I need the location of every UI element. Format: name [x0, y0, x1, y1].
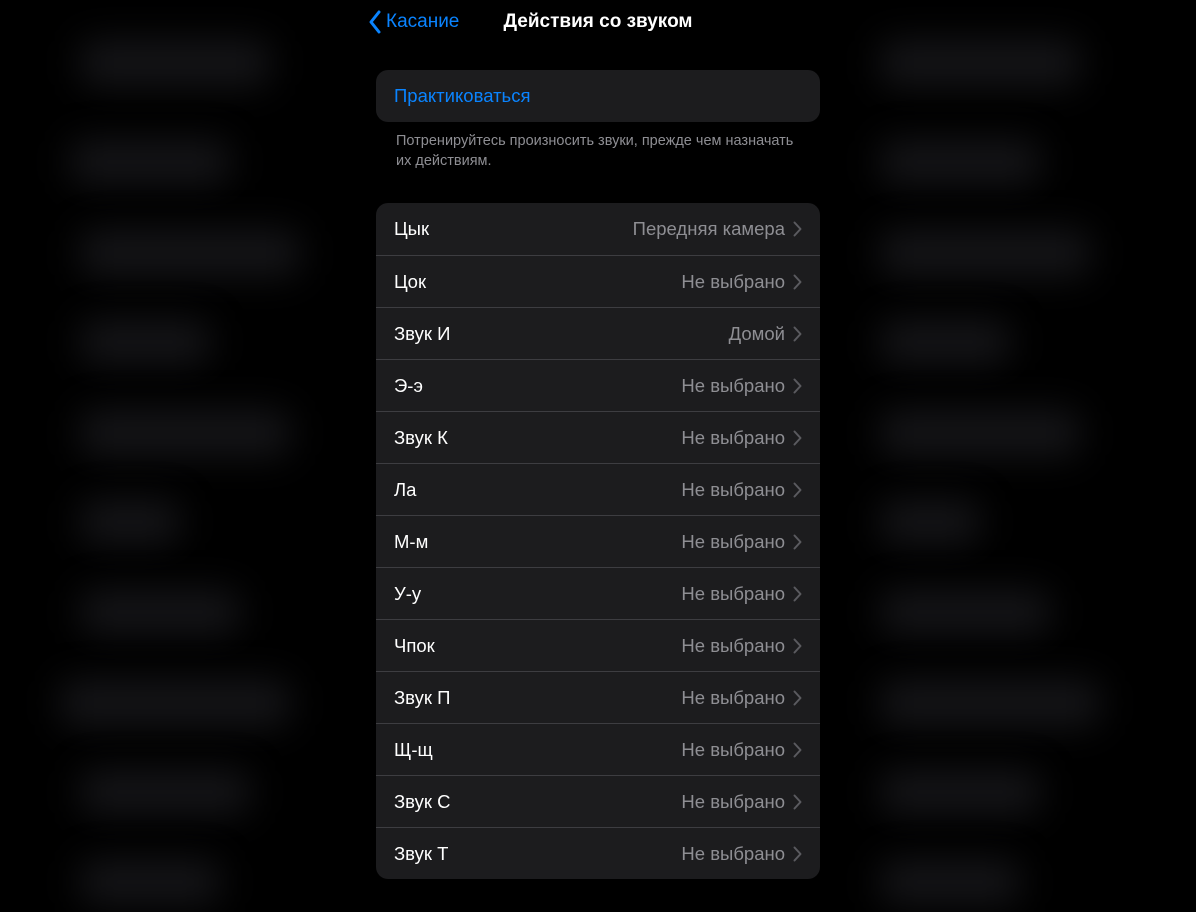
sound-value: Не выбрано: [681, 479, 785, 501]
sound-row[interactable]: Цок Не выбрано: [376, 255, 820, 307]
sound-name: Цок: [394, 271, 426, 293]
chevron-right-icon: [793, 586, 802, 602]
sound-name: Звук П: [394, 687, 450, 709]
chevron-right-icon: [793, 690, 802, 706]
sound-name: Э-э: [394, 375, 423, 397]
sound-name: Звук С: [394, 791, 450, 813]
chevron-right-icon: [793, 794, 802, 810]
sound-value: Не выбрано: [681, 687, 785, 709]
sound-name: Цык: [394, 218, 429, 240]
practice-group: Практиковаться: [376, 70, 820, 122]
sound-row[interactable]: Чпок Не выбрано: [376, 619, 820, 671]
sound-name: М-м: [394, 531, 428, 553]
sound-name: У-у: [394, 583, 421, 605]
chevron-right-icon: [793, 378, 802, 394]
practice-button[interactable]: Практиковаться: [376, 70, 820, 122]
sound-value: Не выбрано: [681, 531, 785, 553]
chevron-right-icon: [793, 742, 802, 758]
sound-row[interactable]: Звук Т Не выбрано: [376, 827, 820, 879]
chevron-right-icon: [793, 221, 802, 237]
sound-row[interactable]: Звук П Не выбрано: [376, 671, 820, 723]
practice-label: Практиковаться: [394, 85, 530, 107]
phone-screen: Касание Действия со звуком Практиковатьс…: [358, 0, 838, 912]
chevron-right-icon: [793, 846, 802, 862]
back-label: Касание: [386, 11, 459, 33]
page-title: Действия со звуком: [504, 11, 693, 33]
sound-row[interactable]: Щ-щ Не выбрано: [376, 723, 820, 775]
chevron-right-icon: [793, 482, 802, 498]
sound-row[interactable]: Ла Не выбрано: [376, 463, 820, 515]
content: Практиковаться Потренируйтесь произносит…: [358, 70, 838, 879]
sound-value: Домой: [729, 323, 785, 345]
sound-value: Не выбрано: [681, 583, 785, 605]
sound-value: Не выбрано: [681, 791, 785, 813]
sound-name: Звук И: [394, 323, 450, 345]
chevron-right-icon: [793, 326, 802, 342]
sound-name: Звук К: [394, 427, 448, 449]
sound-name: Щ-щ: [394, 739, 433, 761]
sound-value: Не выбрано: [681, 635, 785, 657]
sound-name: Чпок: [394, 635, 435, 657]
sound-value: Не выбрано: [681, 739, 785, 761]
sounds-list: Цык Передняя камера Цок Не выбрано Звук И Дом…: [376, 203, 820, 879]
chevron-right-icon: [793, 534, 802, 550]
nav-bar: Касание Действия со звуком: [358, 0, 838, 44]
chevron-left-icon: [368, 10, 382, 34]
sound-value: Не выбрано: [681, 375, 785, 397]
sound-row[interactable]: Звук И Домой: [376, 307, 820, 359]
sound-row[interactable]: М-м Не выбрано: [376, 515, 820, 567]
sound-value: Передняя камера: [633, 218, 785, 240]
sound-value: Не выбрано: [681, 843, 785, 865]
sound-name: Звук Т: [394, 843, 448, 865]
chevron-right-icon: [793, 274, 802, 290]
practice-footer: Потренируйтесь произносить звуки, прежде…: [376, 122, 820, 171]
sound-value: Не выбрано: [681, 271, 785, 293]
sound-name: Ла: [394, 479, 416, 501]
sound-row[interactable]: Э-э Не выбрано: [376, 359, 820, 411]
sound-row[interactable]: Звук К Не выбрано: [376, 411, 820, 463]
back-button[interactable]: Касание: [364, 6, 463, 38]
sound-row[interactable]: У-у Не выбрано: [376, 567, 820, 619]
chevron-right-icon: [793, 638, 802, 654]
chevron-right-icon: [793, 430, 802, 446]
sound-row[interactable]: Звук С Не выбрано: [376, 775, 820, 827]
sound-value: Не выбрано: [681, 427, 785, 449]
sound-row[interactable]: Цык Передняя камера: [376, 203, 820, 255]
